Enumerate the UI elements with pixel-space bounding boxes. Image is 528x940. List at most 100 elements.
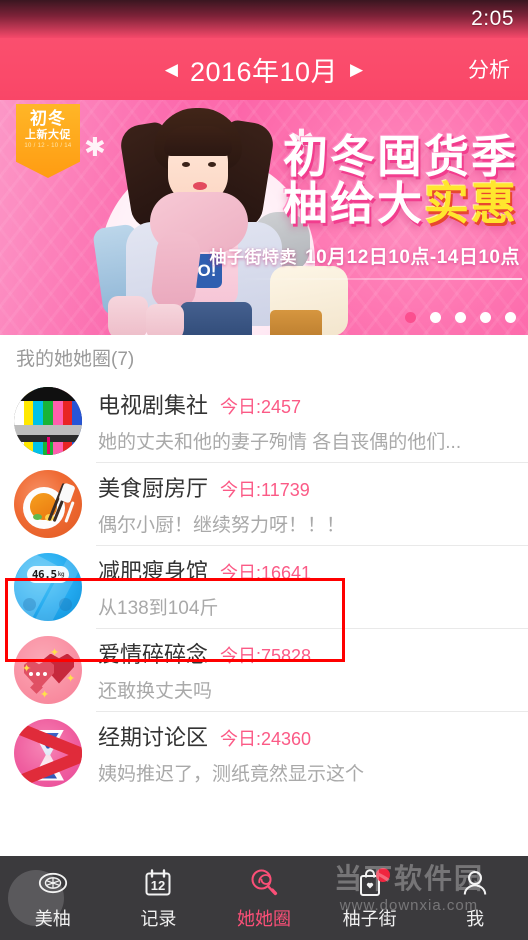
list-item-today-count: 今日:11739 <box>220 479 310 500</box>
carousel-dots[interactable] <box>405 312 516 323</box>
svg-text:12: 12 <box>151 878 165 893</box>
tv-top-band <box>14 386 82 402</box>
model-jeans <box>180 302 252 335</box>
status-bar-clock: 2:05 <box>471 7 514 30</box>
status-bar: 2:05 <box>0 0 528 38</box>
sparkle-icon: ✦ <box>66 672 76 685</box>
list-item-title: 减肥瘦身馆 <box>98 558 209 584</box>
scale-pad-left <box>23 597 36 611</box>
spatula-handle <box>64 500 75 523</box>
list-item-today-count: 今日:16641 <box>220 562 312 583</box>
weight-scale-icon: 46.5 kg <box>14 552 82 621</box>
list-item-text: 爱情碎碎念 今日:75828 还敢换丈夫吗 <box>98 637 514 703</box>
food-plate-icon <box>14 469 82 538</box>
list-item-title: 经期讨论区 <box>98 724 209 750</box>
banner-headline: 初冬囤货季 柚给大实惠 <box>282 131 518 229</box>
list-item-title: 美食厨房厅 <box>98 475 209 501</box>
list-item-title: 爱情碎碎念 <box>98 641 209 667</box>
headline-line-2-white: 柚给大 <box>282 177 424 229</box>
heart-chat-icon: ✦ ✦ ✦ ✦ <box>14 635 82 704</box>
list-item[interactable]: 46.5 kg 减肥瘦身馆 今日:16641 从138到104斤 <box>0 545 528 628</box>
list-item[interactable]: ✦ ✦ ✦ ✦ 爱情碎碎念 今日:75828 还敢换丈夫吗 <box>0 628 528 711</box>
list-item-title-line: 经期讨论区 今日:24360 <box>98 720 514 752</box>
circle-list: 电视剧集社 今日:2457 她的丈夫和他的妻子殉情 各自丧偶的他们... 美食厨… <box>0 379 528 794</box>
banner-subtitle-tag: 柚子街特卖 <box>209 248 297 267</box>
list-item[interactable]: 电视剧集社 今日:2457 她的丈夫和他的妻子殉情 各自丧偶的他们... <box>0 379 528 462</box>
leather-bag-item <box>270 310 322 335</box>
current-month-label[interactable]: 2016年10月 <box>190 50 338 89</box>
tab-record[interactable]: 12 记录 <box>106 866 212 931</box>
tab-label: 柚子街 <box>342 908 397 929</box>
sparkle-icon: ✱ <box>84 132 106 162</box>
promo-banner[interactable]: 初冬 上新大促 10 / 12 - 10 / 14 O! ✱ ✱ 初冬囤货季 柚… <box>0 100 528 335</box>
headline-line-2: 柚给大实惠 <box>282 177 518 229</box>
carousel-dot[interactable] <box>430 312 441 323</box>
list-item-title-line: 电视剧集社 今日:2457 <box>98 388 514 420</box>
list-item-description: 从138到104斤 <box>98 597 219 619</box>
analyze-button[interactable]: 分析 <box>468 54 510 84</box>
list-item-description: 她的丈夫和他的妻子殉情 各自丧偶的他们... <box>98 431 462 453</box>
list-item[interactable]: 美食厨房厅 今日:11739 偶尔小厨！继续努力呀！！！ <box>0 462 528 545</box>
tab-label: 她她圈 <box>236 908 291 929</box>
model-eye-left <box>182 162 190 167</box>
watermark-logo <box>8 870 64 926</box>
scale-unit: kg <box>57 570 65 578</box>
carousel-dot[interactable] <box>405 312 416 323</box>
list-item-text: 减肥瘦身馆 今日:16641 从138到104斤 <box>98 554 514 620</box>
tab-label: 我 <box>466 908 485 929</box>
sparkle-icon: ✦ <box>50 646 60 659</box>
list-item-text: 电视剧集社 今日:2457 她的丈夫和他的妻子殉情 各自丧偶的他们... <box>98 388 514 454</box>
tab-me[interactable]: 我 <box>422 866 528 931</box>
prev-month-arrow-icon[interactable]: ◀ <box>165 61 178 78</box>
list-item-description: 偶尔小厨！继续努力呀！！！ <box>98 514 346 536</box>
model-lips <box>193 182 207 190</box>
list-item-title: 电视剧集社 <box>98 392 209 418</box>
tab-youzijie[interactable]: 柚子街 <box>317 866 423 931</box>
next-month-arrow-icon[interactable]: ▶ <box>350 61 363 78</box>
scale-pad-right <box>59 597 72 611</box>
headline-line-1: 初冬囤货季 <box>282 131 518 182</box>
model-bangs <box>164 126 232 156</box>
headline-underline <box>240 278 522 280</box>
bubble-dot <box>43 671 47 676</box>
boot-right <box>146 304 184 335</box>
banner-subtitle-time: 10月12日10点-14日10点 <box>305 247 520 268</box>
list-item-title-line: 减肥瘦身馆 今日:16641 <box>98 554 514 586</box>
hourglass-icon <box>14 718 82 787</box>
banner-subtitle: 柚子街特卖 10月12日10点-14日10点 <box>210 242 521 269</box>
ribbon-line-2: 上新大促 <box>25 128 71 141</box>
ribbon-line-1: 初冬 <box>30 109 66 128</box>
ribbon-line-3: 10 / 12 - 10 / 14 <box>24 143 72 150</box>
app-root: 2:05 ◀ 2016年10月 ▶ 分析 初冬 上新大促 10 / 12 - 1… <box>0 0 528 940</box>
greens-shape <box>33 513 42 520</box>
tv-center-tick <box>46 436 50 455</box>
sparkle-icon: ✦ <box>22 662 32 675</box>
carousel-dot[interactable] <box>480 312 491 323</box>
list-item[interactable]: 经期讨论区 今日:24360 姨妈推迟了，测纸竟然显示这个 <box>0 711 528 794</box>
headline-line-2-yellow: 实惠 <box>423 177 518 229</box>
list-item-today-count: 今日:24360 <box>220 728 312 749</box>
month-navigator: ◀ 2016年10月 ▶ <box>165 50 363 89</box>
list-item-description: 还敢换丈夫吗 <box>98 680 213 702</box>
person-icon <box>461 866 489 900</box>
tab-label: 记录 <box>140 908 177 929</box>
model-eye-right <box>208 162 216 167</box>
lollipop-icon <box>248 866 280 900</box>
carousel-dot[interactable] <box>505 312 516 323</box>
bubble-dot <box>36 671 40 676</box>
boot-left <box>108 296 148 335</box>
tv-test-pattern-icon <box>14 386 82 455</box>
section-header: 我的她她圈(7) <box>0 335 528 379</box>
tv-grey-band <box>14 424 82 436</box>
list-item-today-count: 今日:75828 <box>220 645 312 666</box>
carousel-dot[interactable] <box>455 312 466 323</box>
sparkle-icon: ✦ <box>40 688 50 701</box>
bottom-tab-bar: 美柚 12 记录 她她圈 柚子街 我 <box>0 856 528 940</box>
list-item-title-line: 美食厨房厅 今日:11739 <box>98 471 514 503</box>
scale-display: 46.5 kg <box>27 565 69 583</box>
list-item-description: 姨妈推迟了，测纸竟然显示这个 <box>98 763 365 785</box>
tab-tatajuan[interactable]: 她她圈 <box>211 866 317 931</box>
scale-reading: 46.5 <box>31 567 57 581</box>
list-item-text: 经期讨论区 今日:24360 姨妈推迟了，测纸竟然显示这个 <box>98 720 514 786</box>
list-item-today-count: 今日:2457 <box>220 396 302 417</box>
